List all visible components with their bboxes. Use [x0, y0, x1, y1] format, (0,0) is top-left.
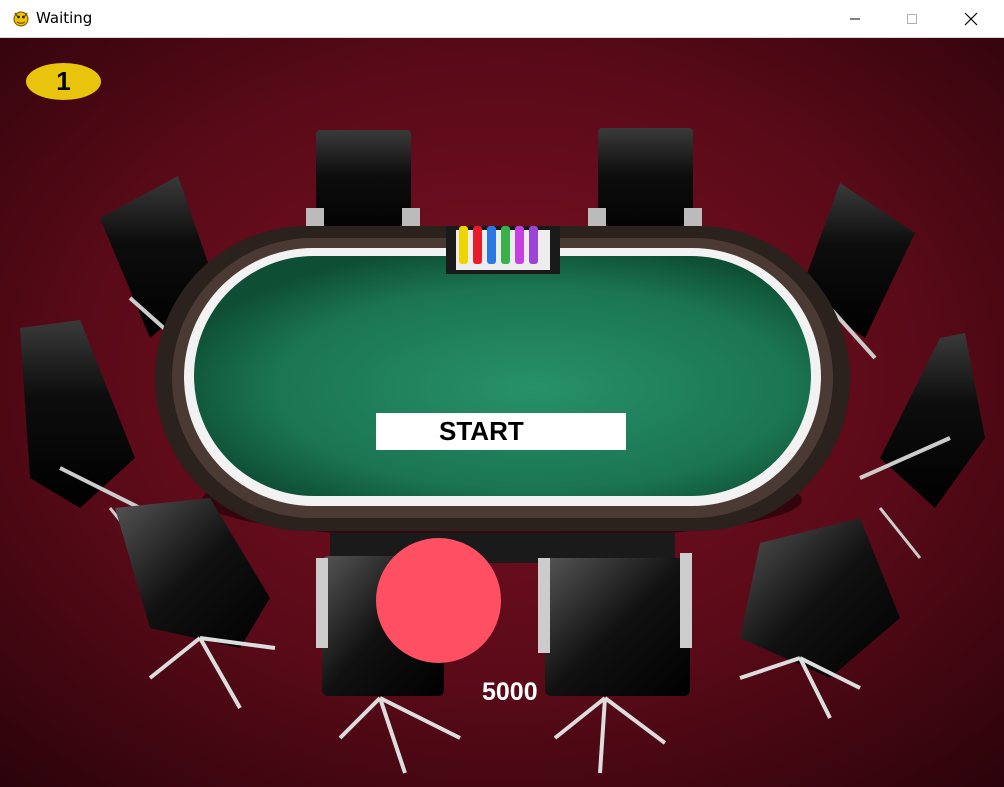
round-number-badge: 1 [26, 63, 101, 100]
title-bar[interactable]: Waiting [0, 0, 1004, 38]
close-button[interactable] [942, 0, 1000, 37]
player-token[interactable] [376, 538, 501, 663]
window-title: Waiting [36, 9, 93, 27]
maximize-icon [907, 13, 917, 24]
maximize-button[interactable] [883, 0, 941, 37]
start-button[interactable]: START [376, 413, 626, 450]
minimize-button[interactable] [826, 0, 884, 37]
pygame-snake-icon [13, 11, 29, 27]
close-icon [964, 12, 978, 25]
poker-table [155, 226, 850, 563]
minimize-icon [850, 18, 860, 19]
poker-room-scene: 1 START 5000 [0, 38, 1004, 787]
game-window: Waiting 1 START 5000 [0, 0, 1004, 787]
start-button-label: START [439, 416, 524, 446]
player-chip-count: 5000 [482, 678, 538, 706]
